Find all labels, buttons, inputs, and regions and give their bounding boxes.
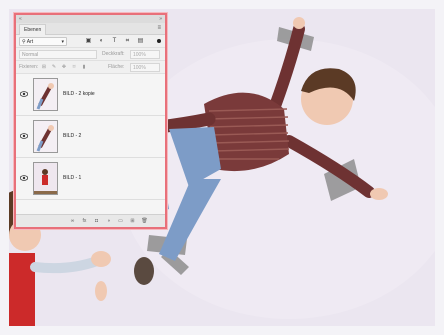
shape-filter-icon[interactable]: ⌗ — [124, 38, 131, 45]
blend-mode-select[interactable]: Normal — [19, 50, 97, 59]
panel-bottom-toolbar: ∞ fx ◘ ◑ ▭ ⊞ 🗑 — [16, 214, 165, 227]
fill-input[interactable]: 100% — [130, 63, 160, 72]
layer-thumbnail — [33, 78, 58, 111]
lock-icons: ⊞ ✎ ✥ ⌑ ▮ — [41, 64, 87, 70]
layer-thumbnail — [33, 162, 58, 195]
panel-titlebar[interactable]: « » — [16, 15, 165, 23]
filter-kind-value: Art — [26, 39, 34, 45]
lock-transparency-icon[interactable]: ⊞ — [41, 64, 47, 70]
chevron-down-icon: ▾ — [61, 39, 64, 45]
eye-icon[interactable] — [20, 133, 28, 139]
lock-row: Fixieren: ⊞ ✎ ✥ ⌑ ▮ Fläche: 100% — [16, 61, 165, 74]
lock-artboard-icon[interactable]: ⌑ — [71, 64, 77, 70]
collapse-panel-icon[interactable]: « — [19, 16, 22, 22]
adjustment-layer-icon[interactable]: ◑ — [105, 218, 112, 225]
layers-panel: « » Ebenen ≡ ⚲ Art ▾ ▣ ◐ T ⌗ ▤ Normal De… — [14, 13, 167, 229]
close-panel-icon[interactable]: » — [159, 16, 162, 22]
group-icon[interactable]: ▭ — [117, 218, 124, 225]
layer-row[interactable]: BILD - 1 — [16, 158, 165, 200]
filter-toggle-icon[interactable] — [157, 39, 161, 43]
lock-position-icon[interactable]: ✥ — [61, 64, 67, 70]
bottom-icons: ∞ fx ◘ ◑ ▭ ⊞ 🗑 — [69, 218, 148, 225]
type-filter-icon[interactable]: T — [111, 38, 118, 45]
eye-icon[interactable] — [20, 175, 28, 181]
opacity-input[interactable]: 100% — [130, 50, 160, 59]
lock-label: Fixieren: — [19, 64, 39, 70]
filter-kind-select[interactable]: ⚲ Art ▾ — [19, 37, 67, 46]
blend-row: Normal Deckkraft: 100% — [16, 48, 165, 61]
eye-icon[interactable] — [20, 91, 28, 97]
layer-name[interactable]: BILD - 2 — [63, 133, 81, 139]
lock-all-icon[interactable]: ▮ — [81, 64, 87, 70]
workspace: « » Ebenen ≡ ⚲ Art ▾ ▣ ◐ T ⌗ ▤ Normal De… — [0, 0, 444, 335]
fx-icon[interactable]: fx — [81, 218, 88, 225]
smart-object-filter-icon[interactable]: ▤ — [137, 38, 144, 45]
filter-row: ⚲ Art ▾ ▣ ◐ T ⌗ ▤ — [16, 35, 165, 48]
layer-name[interactable]: BILD - 1 — [63, 175, 81, 181]
opacity-label: Deckkraft: — [102, 51, 125, 57]
new-layer-icon[interactable]: ⊞ — [129, 218, 136, 225]
lock-pixels-icon[interactable]: ✎ — [51, 64, 57, 70]
layer-row[interactable]: BILD - 2 — [16, 116, 165, 158]
layer-row[interactable]: BILD - 2 kopie — [16, 74, 165, 116]
mask-icon[interactable]: ◘ — [93, 218, 100, 225]
panel-menu-icon[interactable]: ≡ — [157, 25, 161, 31]
tab-layers[interactable]: Ebenen — [19, 24, 47, 35]
layers-list: BILD - 2 kopie BILD - 2 BILD - 1 — [16, 74, 165, 214]
filter-icons: ▣ ◐ T ⌗ ▤ — [85, 38, 144, 45]
link-icon[interactable]: ∞ — [69, 218, 76, 225]
panel-tab-row: Ebenen ≡ — [16, 23, 165, 35]
image-filter-icon[interactable]: ▣ — [85, 38, 92, 45]
trash-icon[interactable]: 🗑 — [141, 218, 148, 225]
layer-name[interactable]: BILD - 2 kopie — [63, 91, 95, 97]
fill-label: Fläche: — [108, 64, 125, 70]
layer-thumbnail — [33, 120, 58, 153]
adjustment-filter-icon[interactable]: ◐ — [98, 38, 105, 45]
